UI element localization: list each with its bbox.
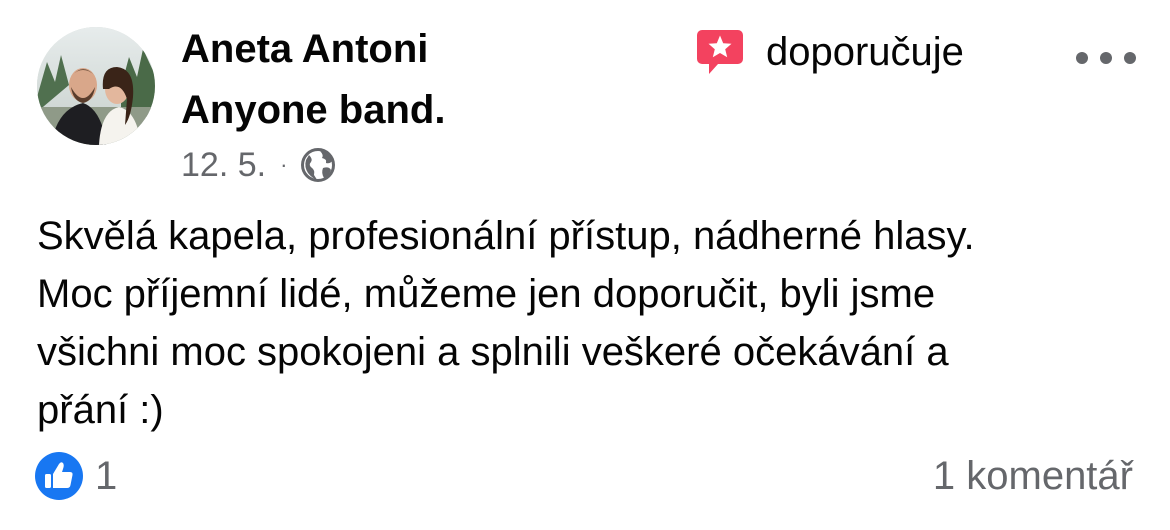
author-avatar[interactable] [37, 27, 155, 145]
recommendation-status: doporučuje [694, 26, 964, 78]
more-options-icon-dot [1124, 52, 1136, 64]
globe-icon[interactable] [300, 147, 336, 183]
avatar-photo [37, 27, 155, 145]
post-date[interactable]: 12. 5. [181, 143, 266, 187]
comments-count-link[interactable]: 1 komentář [933, 451, 1133, 501]
author-name[interactable]: Aneta Antoni [181, 24, 428, 74]
meta-separator: · [280, 152, 288, 177]
post-body-line: Skvělá kapela, profesionální přístup, ná… [37, 214, 975, 258]
more-options-button[interactable] [1076, 40, 1136, 76]
recommended-page-name[interactable]: Anyone band. [181, 85, 445, 135]
recommend-star-icon [697, 30, 743, 74]
more-options-icon-dot [1100, 52, 1112, 64]
like-reaction-icon [35, 452, 83, 500]
post-body-line: všichni moc spokojeni a splnili veškeré … [37, 330, 949, 374]
reactions-summary[interactable]: 1 [35, 451, 117, 501]
post-body: Skvělá kapela, profesionální přístup, ná… [37, 207, 1137, 439]
post-meta: 12. 5. · [181, 143, 336, 187]
more-options-icon [1076, 52, 1088, 64]
post-body-line: Moc příjemní lidé, můžeme jen doporučit,… [37, 272, 936, 316]
post-body-line: přání :) [37, 388, 164, 432]
recommend-action-text: doporučuje [766, 30, 964, 74]
likes-count: 1 [95, 454, 118, 498]
recommendation-post: Aneta Antoni doporučuje Anyone band. 12.… [0, 0, 1170, 530]
